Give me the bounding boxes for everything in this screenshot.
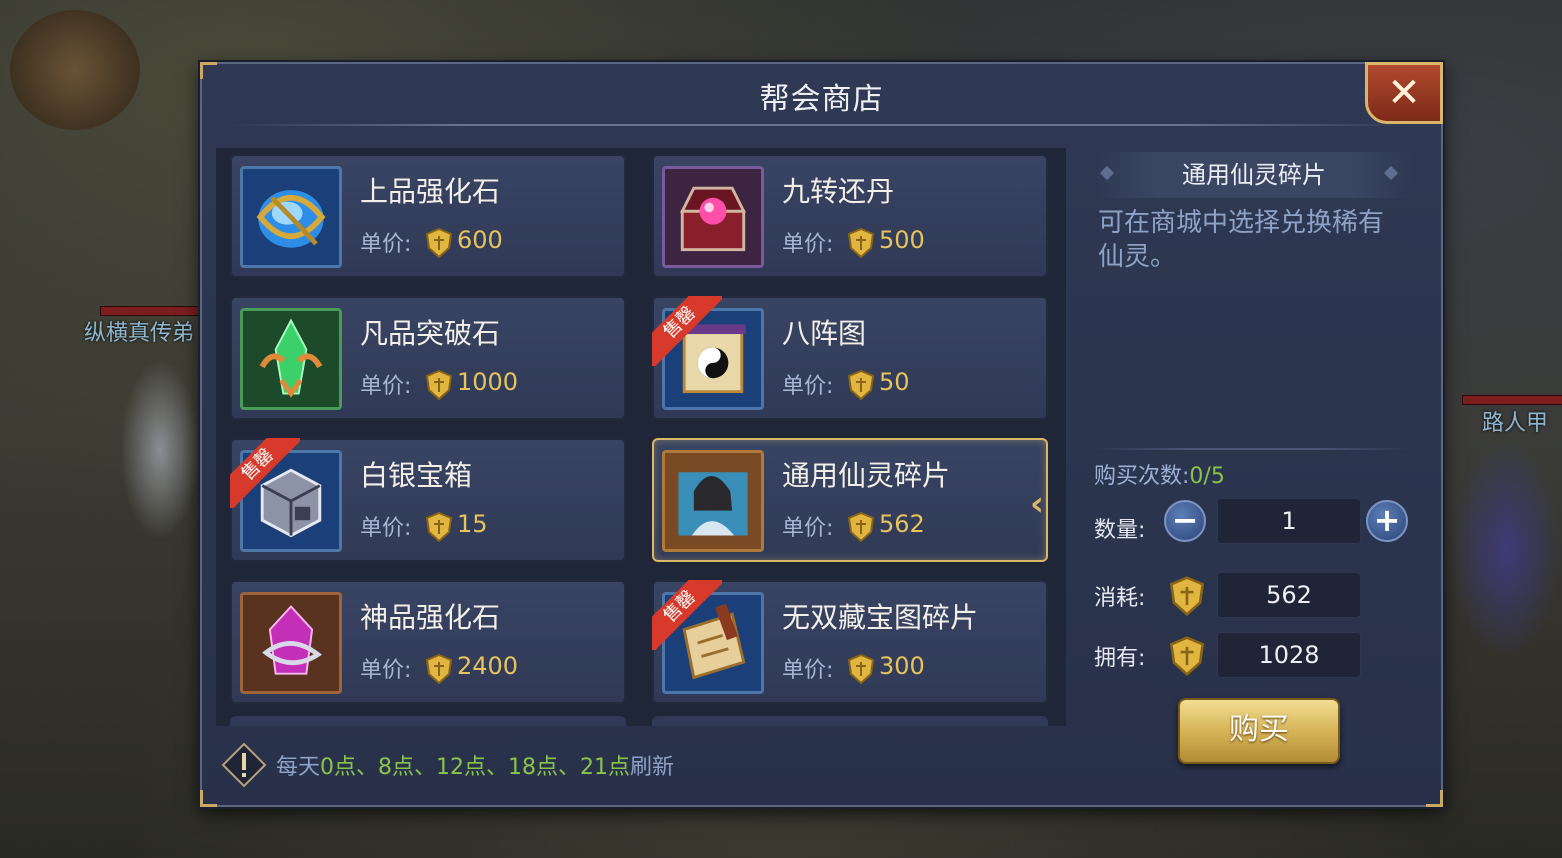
guild-coin-icon xyxy=(426,654,452,684)
guild-coin-icon xyxy=(426,512,452,542)
item-price: 15 xyxy=(457,510,488,538)
item-name: 通用仙灵碎片 xyxy=(782,459,951,492)
quantity-input[interactable]: 1 xyxy=(1217,498,1361,544)
shop-item[interactable]: 神品强化石 单价: 2400 xyxy=(230,580,626,704)
item-price: 500 xyxy=(879,226,925,254)
item-name: 八阵图 xyxy=(782,317,867,350)
guild-coin-icon xyxy=(848,228,874,258)
buy-button[interactable]: 购买 xyxy=(1178,698,1340,764)
increase-quantity-button[interactable]: + xyxy=(1366,500,1408,542)
purchase-count: 购买次数:0/5 xyxy=(1094,458,1225,490)
background-ornament xyxy=(10,10,140,130)
shop-item[interactable]: 凡品突破石 单价: 1000 xyxy=(230,296,626,420)
guild-coin-icon xyxy=(1170,576,1204,616)
owned-label: 拥有: xyxy=(1094,646,1146,671)
sold-out-badge: 售罄 xyxy=(230,438,300,508)
refresh-notice-text: 每天0点、8点、12点、18点、21点刷新 xyxy=(276,749,674,781)
decrease-quantity-button[interactable]: − xyxy=(1164,500,1206,542)
title-divider xyxy=(232,124,1411,126)
item-price: 2400 xyxy=(457,652,519,680)
npc-hp-bar-right xyxy=(1462,395,1562,405)
detail-description: 可在商城中选择兑换稀有仙灵。 xyxy=(1098,208,1385,272)
item-name: 白银宝箱 xyxy=(360,459,473,492)
detail-divider xyxy=(1092,448,1412,450)
notice-suffix: 刷新 xyxy=(630,755,675,780)
item-name: 上品强化石 xyxy=(360,175,501,208)
item-price: 600 xyxy=(457,226,503,254)
sold-out-badge: 售罄 xyxy=(652,580,722,650)
price-label: 单价: xyxy=(360,232,412,257)
price-label: 单价: xyxy=(782,658,834,683)
npc-name-left[interactable]: 纵横真传弟 xyxy=(84,315,194,347)
warning-icon xyxy=(221,742,267,788)
item-name: 无双藏宝图碎片 xyxy=(782,601,979,634)
price-label: 单价: xyxy=(360,374,412,399)
item-name: 凡品突破石 xyxy=(360,317,501,350)
spirit-fragment-portrait-icon xyxy=(662,450,764,552)
green-crystal-icon xyxy=(240,308,342,410)
price-label: 单价: xyxy=(360,658,412,683)
item-grid[interactable]: 上品强化石 单价: 600 九转还丹 单价: 500 凡品突破石 单价: 100… xyxy=(216,148,1066,726)
item-price: 50 xyxy=(879,368,910,396)
treasure-chest-orb-icon xyxy=(662,166,764,268)
item-name: 神品强化石 xyxy=(360,601,501,634)
blue-gem-icon xyxy=(240,166,342,268)
purchase-count-value: 0/5 xyxy=(1189,464,1225,489)
guild-coin-icon xyxy=(426,228,452,258)
npc-figure-left[interactable] xyxy=(120,360,200,540)
purple-crystal-icon xyxy=(240,592,342,694)
item-price: 562 xyxy=(879,510,925,538)
shop-item-partial[interactable] xyxy=(652,716,1048,726)
price-label: 单价: xyxy=(782,232,834,257)
shop-item[interactable]: 售罄 无双藏宝图碎片 单价: 300 xyxy=(652,580,1048,704)
notice-prefix: 每天 xyxy=(276,755,321,780)
item-name: 九转还丹 xyxy=(782,175,895,208)
selected-arrow-icon: ‹ xyxy=(1029,484,1044,524)
corner-decoration xyxy=(200,790,217,807)
item-price: 300 xyxy=(879,652,925,680)
shop-item[interactable]: 售罄 八阵图 单价: 50 xyxy=(652,296,1048,420)
price-label: 单价: xyxy=(360,516,412,541)
shop-item-selected[interactable]: 通用仙灵碎片 单价: 562 ‹ xyxy=(652,438,1048,562)
shop-item[interactable]: 上品强化石 单价: 600 xyxy=(230,154,626,278)
price-label: 单价: xyxy=(782,516,834,541)
quantity-label: 数量: xyxy=(1094,518,1146,543)
item-price: 1000 xyxy=(457,368,519,396)
guild-coin-icon xyxy=(848,654,874,684)
close-button[interactable]: ✕ xyxy=(1365,62,1443,124)
refresh-notice: 每天0点、8点、12点、18点、21点刷新 xyxy=(220,740,674,790)
npc-hp-bar-left xyxy=(100,306,202,316)
cost-value: 562 xyxy=(1217,572,1361,618)
guild-coin-icon xyxy=(848,512,874,542)
npc-figure-right[interactable] xyxy=(1450,440,1562,660)
shop-item[interactable]: 九转还丹 单价: 500 xyxy=(652,154,1048,278)
detail-title: 通用仙灵碎片 xyxy=(1094,152,1414,198)
npc-name-right[interactable]: 路人甲 xyxy=(1482,405,1548,437)
owned-value: 1028 xyxy=(1217,632,1361,678)
panel-title: 帮会商店 xyxy=(759,82,884,117)
corner-decoration xyxy=(1426,790,1443,807)
guild-coin-icon xyxy=(426,370,452,400)
guild-shop-panel: 帮会商店 ✕ 上品强化石 单价: 600 九转还丹 单价: 500 凡品突破石 … xyxy=(200,62,1443,807)
purchase-count-label: 购买次数: xyxy=(1094,464,1190,489)
guild-coin-icon xyxy=(1170,636,1204,676)
notice-times: 0点、8点、12点、18点、21点 xyxy=(320,755,630,780)
shop-item[interactable]: 售罄 白银宝箱 单价: 15 xyxy=(230,438,626,562)
sold-out-badge: 售罄 xyxy=(652,296,722,366)
price-label: 单价: xyxy=(782,374,834,399)
guild-coin-icon xyxy=(848,370,874,400)
cost-label: 消耗: xyxy=(1094,586,1146,611)
shop-item-partial[interactable] xyxy=(230,716,626,726)
